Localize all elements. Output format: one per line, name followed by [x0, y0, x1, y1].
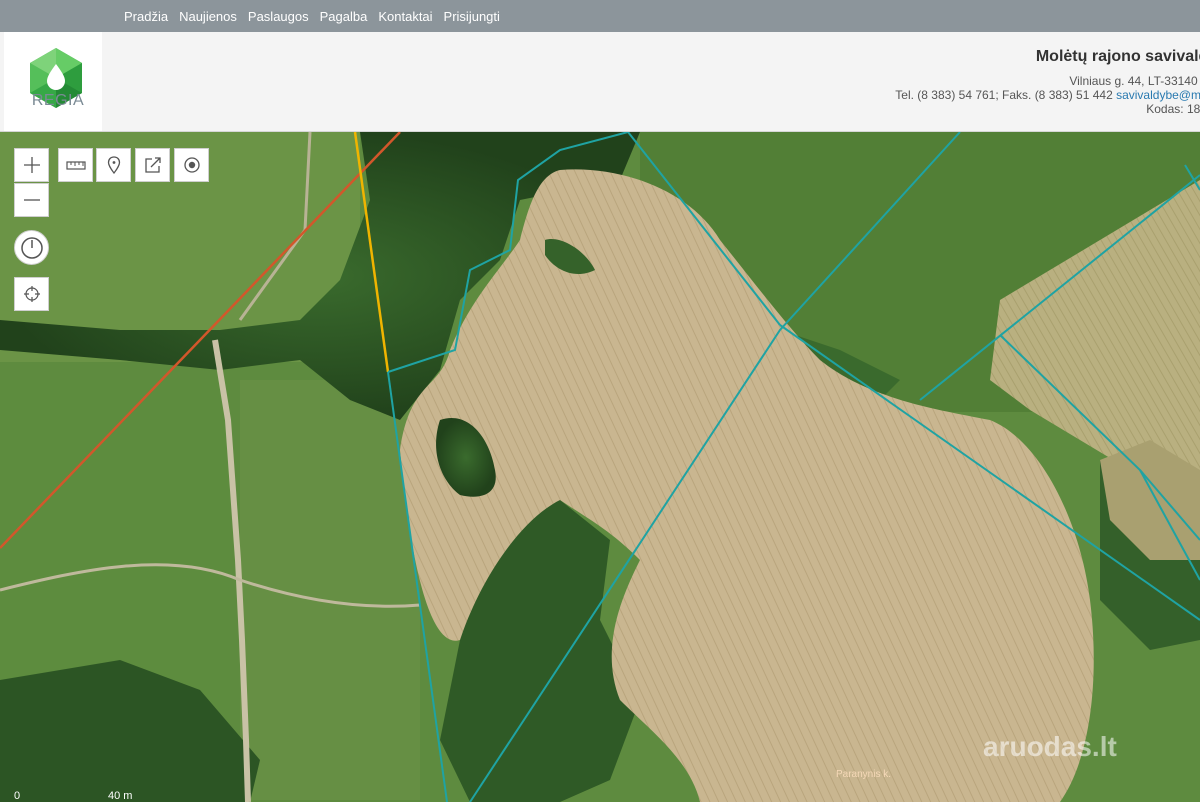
organization-name: Molėtų rajono savivaldyb: [1035, 48, 1200, 65]
history-button[interactable]: [14, 230, 49, 265]
organization-phones: Tel. (8 383) 54 761; Faks. (8 383) 51 44…: [895, 88, 1117, 102]
scale-end-label: 40 m: [108, 790, 133, 802]
watermark: aruodas.lt: [983, 731, 1117, 762]
nav-item-pagalba[interactable]: Pagalba: [320, 9, 368, 24]
nav-item-pradzia[interactable]: Pradžia: [124, 9, 168, 24]
ruler-icon: [65, 161, 86, 170]
main-nav: Pradžia Naujienos Paslaugos Pagalba Kont…: [124, 0, 500, 32]
scale-start-label: 0: [14, 790, 21, 802]
top-nav-bar: Pradžia Naujienos Paslaugos Pagalba Kont…: [0, 0, 1200, 32]
zoom-out-button[interactable]: [14, 183, 49, 217]
minus-icon: [23, 199, 40, 201]
satellite-imagery: [0, 132, 1200, 802]
target-button[interactable]: [174, 148, 209, 182]
crosshair-icon: [23, 286, 40, 302]
site-header: REGIA Molėtų rajono savivaldyb Vilniaus …: [0, 32, 1200, 132]
place-label: Paranynis k.: [836, 769, 892, 780]
nav-item-paslaugos[interactable]: Paslaugos: [248, 9, 309, 24]
plus-icon: [23, 157, 40, 173]
organization-contacts: Tel. (8 383) 54 761; Faks. (8 383) 51 44…: [787, 88, 1200, 102]
share-button[interactable]: [135, 148, 170, 182]
organization-email-link[interactable]: savivaldybe@moleta: [1116, 88, 1200, 102]
locate-button[interactable]: [14, 277, 49, 311]
nav-item-kontaktai[interactable]: Kontaktai: [378, 9, 432, 24]
clock-icon: [20, 236, 43, 259]
scale-bar: [14, 775, 140, 779]
location-pin-icon: [107, 156, 120, 174]
organization-address: Vilniaus g. 44, LT-33140 Molė: [1069, 74, 1200, 88]
measure-button[interactable]: [58, 148, 93, 182]
map-view[interactable]: Paranynis k. aruodas.lt 0 40 m: [0, 132, 1200, 802]
nav-item-prisijungti[interactable]: Prisijungti: [444, 9, 500, 24]
location-pin-button[interactable]: [96, 148, 131, 182]
radio-target-icon: [183, 157, 200, 173]
nav-item-naujienos[interactable]: Naujienos: [179, 9, 237, 24]
organization-info: Molėtų rajono savivaldyb Vilniaus g. 44,…: [760, 48, 1200, 116]
organization-code: Kodas: 188712: [1146, 102, 1200, 116]
logo[interactable]: REGIA: [4, 32, 102, 131]
share-export-icon: [144, 157, 161, 173]
logo-text: REGIA: [31, 92, 85, 109]
zoom-in-button[interactable]: [14, 148, 49, 182]
